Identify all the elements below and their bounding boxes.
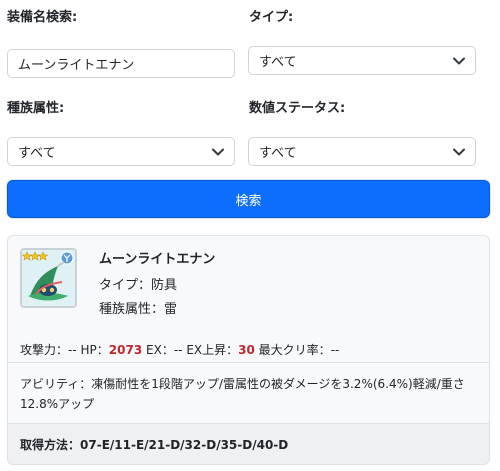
search-button[interactable]: 検索 — [7, 180, 490, 218]
type-select-value: すべて — [259, 55, 297, 70]
type-label: タイプ: — [249, 10, 294, 25]
equipment-image — [20, 248, 77, 308]
attack-label: 攻撃力： — [20, 343, 69, 357]
acquisition-value: 07-E/11-E/21-D/32-D/35-D/40-D — [80, 438, 289, 452]
acquisition-section: 取得方法：07-E/11-E/21-D/32-D/35-D/40-D — [8, 424, 489, 464]
race-select-value: すべて — [18, 146, 56, 161]
divider — [8, 362, 489, 363]
search-button-label: 検索 — [235, 193, 262, 209]
stat-select[interactable]: すべて — [248, 137, 476, 166]
chevron-down-icon — [453, 55, 465, 67]
hp-value: 2073 — [108, 343, 143, 357]
hp-label: HP： — [80, 343, 109, 357]
stat-select-value: すべて — [259, 146, 297, 161]
chevron-down-icon — [212, 146, 224, 158]
stat-label: 数値ステータス: — [249, 101, 346, 116]
equipment-name: ムーンライトエナン — [99, 252, 216, 267]
stats-line: 攻撃力：-- HP：2073 EX：-- EX上昇：30 最大クリ率：-- — [20, 341, 339, 358]
equip-name-label: 装備名検索: — [7, 10, 78, 25]
equip-name-value: ムーンライトエナン — [18, 58, 135, 73]
type-select[interactable]: すべて — [248, 46, 476, 75]
acquisition-label: 取得方法： — [20, 438, 81, 452]
race-select[interactable]: すべて — [7, 137, 235, 166]
equipment-type: タイプ：防具 — [99, 278, 178, 293]
attack-value: -- — [68, 343, 77, 357]
ability-text: アビリティ：凍傷耐性を1段階アップ/雷属性の被ダメージを3.2%(6.4%)軽減… — [20, 377, 465, 411]
chevron-down-icon — [453, 146, 465, 158]
ex-label: EX： — [146, 343, 174, 357]
equipment-race: 種族属性：雷 — [99, 302, 178, 317]
crit-label: 最大クリ率： — [258, 343, 331, 357]
equip-name-input[interactable]: ムーンライトエナン — [7, 49, 235, 78]
race-label: 種族属性: — [7, 101, 65, 116]
ex-value: -- — [173, 343, 183, 357]
ex-up-label: EX上昇： — [186, 343, 239, 357]
crit-value: -- — [330, 343, 340, 357]
result-card: ムーンライトエナン タイプ：防具 種族属性：雷 攻撃力：-- HP：2073 E… — [7, 235, 490, 465]
acquisition-line: 取得方法：07-E/11-E/21-D/32-D/35-D/40-D — [20, 436, 288, 453]
ex-up-value: 30 — [238, 343, 255, 357]
